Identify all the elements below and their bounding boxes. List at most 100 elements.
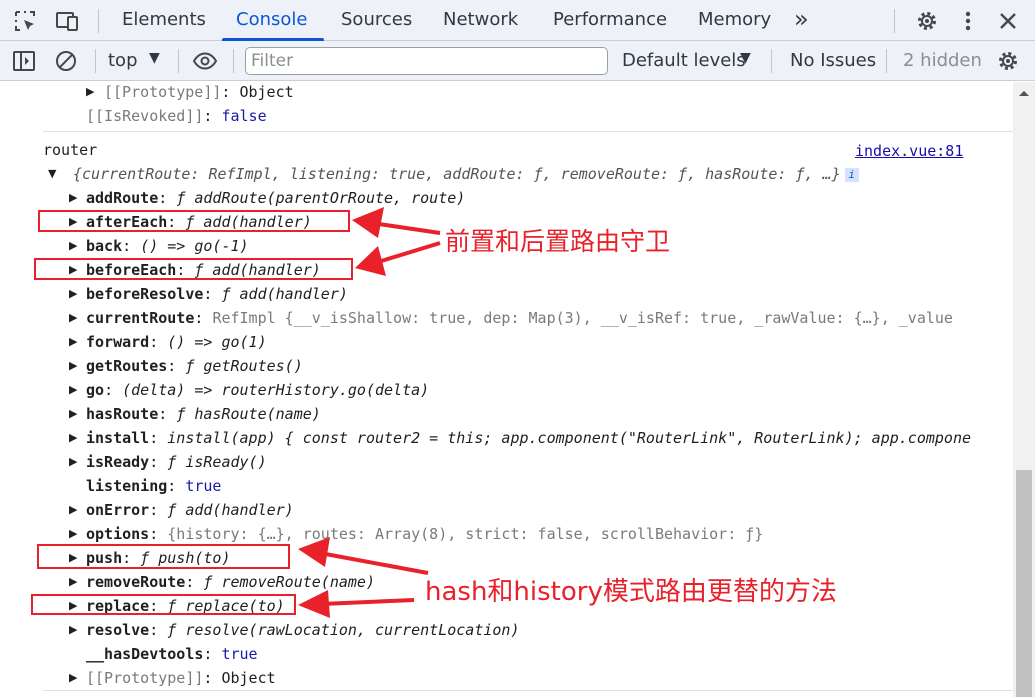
tab-elements[interactable]: Elements [122,9,206,30]
tab-separator [98,9,99,33]
prototype-row[interactable]: [[Prototype]]: Object [104,82,294,102]
property-value: ƒ resolve(rawLocation, currentLocation) [167,621,520,639]
filter-input[interactable] [245,47,608,75]
property-row[interactable]: forward: () => go(1) [86,332,267,352]
expand-arrow-icon[interactable]: ▶ [69,524,77,544]
property-row[interactable]: removeRoute: ƒ removeRoute(name) [86,572,375,592]
tab-separator [894,9,895,33]
property-key: hasRoute [86,405,159,423]
property-key: forward [86,333,150,351]
property-row[interactable]: go: (delta) => routerHistory.go(delta) [86,380,429,400]
settings-gear-icon[interactable] [914,8,940,34]
property-value: ƒ add(handler) [221,285,348,303]
expand-arrow-icon[interactable]: ▶ [69,404,77,424]
property-row[interactable]: back: () => go(-1) [86,236,249,256]
expand-arrow-icon[interactable]: ▶ [69,428,77,448]
property-row[interactable]: isReady: ƒ isReady() [86,452,267,472]
expand-arrow-icon[interactable]: ▶ [69,620,77,640]
annotation-guards-note: 前置和后置路由守卫 [445,227,671,256]
object-summary[interactable]: {currentRoute: RefImpl, listening: true,… [73,164,859,184]
expand-arrow-icon[interactable]: ▶ [69,452,77,472]
property-value: {history: {…}, routes: Array(8), strict:… [167,525,764,543]
console-settings-gear-icon[interactable] [995,48,1021,74]
context-dropdown-arrow-icon[interactable]: ▼ [149,50,160,66]
tab-network[interactable]: Network [443,9,518,30]
property-separator: : [149,621,168,639]
property-key: addRoute [86,189,159,207]
property-key: beforeResolve [86,285,204,303]
property-row[interactable]: options: {history: {…}, routes: Array(8)… [86,524,763,544]
collapse-arrow-icon[interactable]: ▼ [48,164,56,184]
annotation-history-note: hash和history模式路由更替的方法 [425,577,837,607]
toolbar-separator [95,49,96,73]
expand-arrow-icon[interactable]: ▶ [69,500,77,520]
highlight-box-push [37,544,290,569]
property-row[interactable]: addRoute: ƒ addRoute(parentOrRoute, rout… [86,188,465,208]
expand-arrow-icon[interactable]: ▶ [69,284,77,304]
tab-memory[interactable]: Memory [698,9,771,30]
property-row[interactable]: resolve: ƒ resolve(rawLocation, currentL… [86,620,519,640]
property-row[interactable]: install: install(app) { const router2 = … [86,428,971,448]
property-separator: : [149,429,168,447]
property-separator: : [203,645,222,663]
default-levels-dropdown[interactable]: Default levels [622,50,746,71]
expand-arrow-icon[interactable]: ▶ [69,356,77,376]
highlight-box-replace [31,594,296,615]
more-options-vertical-dots-icon[interactable] [955,8,981,34]
expand-arrow-icon[interactable]: ▶ [69,188,77,208]
property-key: [[Prototype]] [86,669,204,687]
inspect-element-icon[interactable] [12,8,38,34]
property-row[interactable]: beforeResolve: ƒ add(handler) [86,284,348,304]
tab-sources[interactable]: Sources [341,9,412,30]
property-value: true [221,645,258,663]
property-row[interactable]: onError: ƒ add(handler) [86,500,294,520]
tab-performance[interactable]: Performance [553,9,667,30]
property-value: ƒ hasRoute(name) [176,405,321,423]
devtools-tab-bar: Elements Console Sources Network Perform… [0,0,1035,41]
property-row[interactable]: __hasDevtools: true [86,644,258,664]
source-link[interactable]: index.vue:81 [855,142,963,160]
property-separator: : [185,573,204,591]
info-icon[interactable]: i [844,167,859,182]
property-row[interactable]: [[Prototype]]: Object [86,668,276,688]
scrollbar-thumb[interactable] [1016,470,1032,697]
live-expression-eye-icon[interactable] [192,48,218,74]
highlight-box-beforeeach [34,258,353,280]
property-value: ƒ removeRoute(name) [203,573,375,591]
property-key: __hasDevtools [86,645,204,663]
show-sidebar-icon[interactable] [11,48,37,74]
close-devtools-icon[interactable] [995,8,1021,34]
tab-console[interactable]: Console [236,9,307,30]
expand-arrow-icon[interactable]: ▶ [69,380,77,400]
property-key: options [86,525,150,543]
property-value: ƒ add(handler) [167,501,294,519]
property-key: removeRoute [86,573,186,591]
property-key: currentRoute [86,309,195,327]
clear-console-icon[interactable] [53,48,79,74]
property-row[interactable]: hasRoute: ƒ hasRoute(name) [86,404,321,424]
device-toolbar-icon[interactable] [54,8,80,34]
property-value: ƒ addRoute(parentOrRoute, route) [176,189,466,207]
property-separator: : [149,525,168,543]
console-toolbar: top ▼ Default levels ▼ No Issues 2 hidde… [0,41,1035,81]
context-selector[interactable]: top [108,50,138,71]
expand-arrow-icon[interactable]: ▶ [69,668,77,688]
property-value: Object [221,669,276,687]
toolbar-separator [178,49,179,73]
property-value: install(app) { const router2 = this; app… [167,429,972,447]
scroll-up-arrow-icon[interactable] [1017,88,1031,98]
expand-arrow-icon[interactable]: ▶ [69,308,77,328]
property-value: true [185,477,222,495]
expand-arrow-icon[interactable]: ▶ [69,236,77,256]
property-value: (delta) => routerHistory.go(delta) [122,381,430,399]
property-key: onError [86,501,150,519]
more-tabs-chevron-icon[interactable]: » [794,5,809,33]
levels-dropdown-arrow-icon[interactable]: ▼ [740,50,751,66]
issues-counter[interactable]: No Issues [790,50,876,71]
property-row[interactable]: listening: true [86,476,221,496]
expand-arrow-icon[interactable]: ▶ [69,332,77,352]
expand-arrow-icon[interactable]: ▶ [69,572,77,592]
property-row[interactable]: getRoutes: ƒ getRoutes() [86,356,303,376]
expand-arrow-icon[interactable]: ▶ [86,82,94,102]
property-row[interactable]: currentRoute: RefImpl {__v_isShallow: tr… [86,308,953,328]
